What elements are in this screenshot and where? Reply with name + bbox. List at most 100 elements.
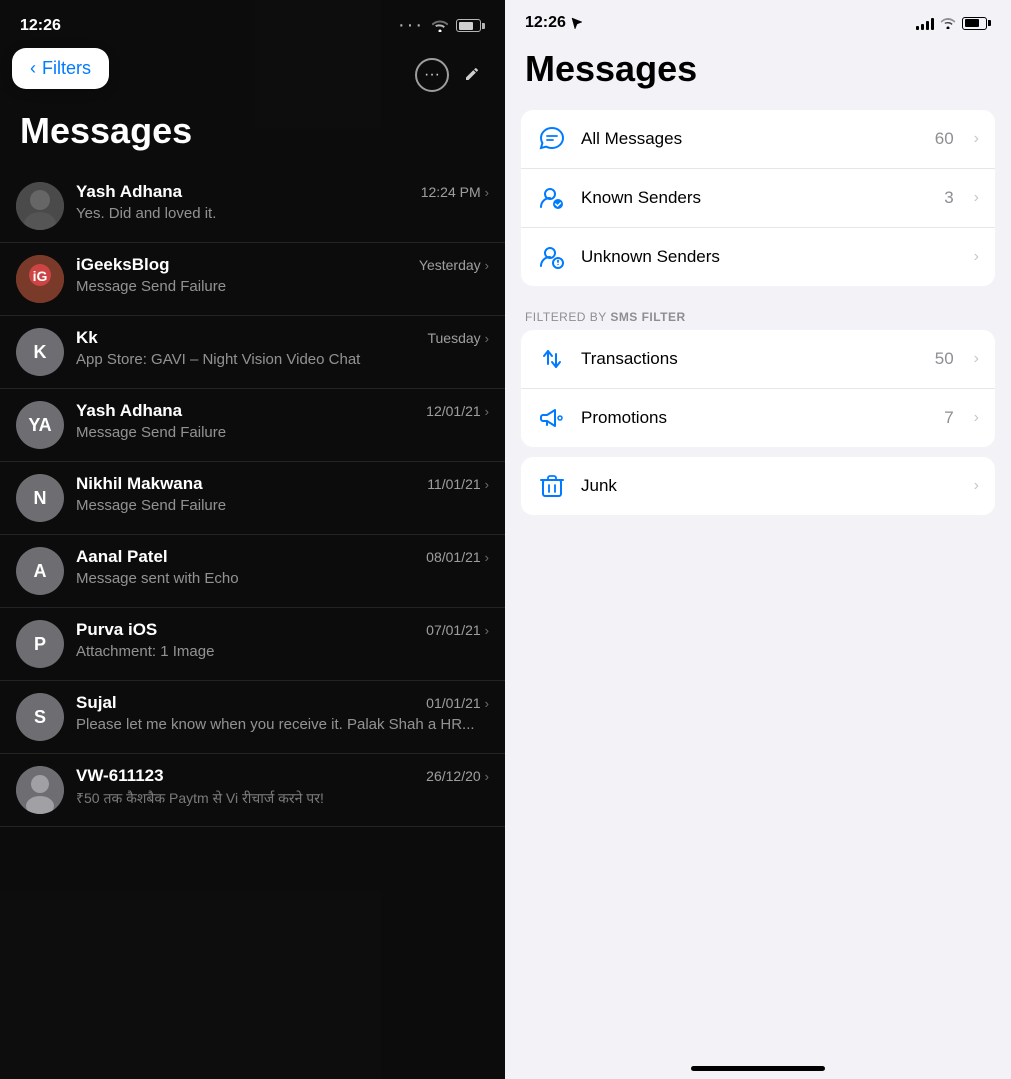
left-top-right-icons: ··· [415,58,485,92]
list-item[interactable]: A Aanal Patel 08/01/21 › Message sent wi… [0,535,505,608]
left-panel: 12:26 ··· ‹ Filters ··· [0,0,505,1079]
message-content: VW-611123 26/12/20 › ₹50 तक कैशबैक Paytm… [76,766,489,808]
message-content: Nikhil Makwana 11/01/21 › Message Send F… [76,474,489,514]
list-item[interactable]: iG iGeeksBlog Yesterday › Message Send F… [0,243,505,316]
message-header: Kk Tuesday › [76,328,489,348]
message-time: 11/01/21 › [427,476,489,492]
sender-name: Yash Adhana [76,401,182,421]
sender-name: iGeeksBlog [76,255,170,275]
more-icon: ··· [398,14,424,37]
trash-icon [539,473,565,499]
message-header: Yash Adhana 12:24 PM › [76,182,489,202]
message-content: Yash Adhana 12/01/21 › Message Send Fail… [76,401,489,441]
message-time: 12:24 PM › [421,184,489,200]
message-header: iGeeksBlog Yesterday › [76,255,489,275]
right-status-icons [916,16,991,30]
message-preview: Message Send Failure [76,278,489,295]
left-message-list: Yash Adhana 12:24 PM › Yes. Did and love… [0,170,505,827]
chevron-right-icon: › [974,189,979,207]
person-photo-icon [16,182,64,230]
igeeks-avatar-icon: iG [16,255,64,303]
junk-card: Junk › [521,457,995,515]
avatar: P [16,620,64,668]
chevron-right-icon: › [974,477,979,495]
junk-row[interactable]: Junk › [521,457,995,515]
right-status-bar: 12:26 [505,0,1011,40]
transactions-row[interactable]: Transactions 50 › [521,330,995,389]
filters-button[interactable]: ‹ Filters [12,48,109,89]
more-options-button[interactable]: ··· [415,58,449,92]
message-content: Purva iOS 07/01/21 › Attachment: 1 Image [76,620,489,660]
avatar [16,182,64,230]
back-arrow-icon: ‹ [30,58,36,79]
sender-name: Aanal Patel [76,547,168,567]
avatar: YA [16,401,64,449]
signal-bars-icon [916,16,934,30]
unknown-senders-row[interactable]: Unknown Senders › [521,228,995,286]
list-item[interactable]: YA Yash Adhana 12/01/21 › Message Send F… [0,389,505,462]
left-time: 12:26 [20,17,61,35]
message-preview: App Store: GAVI – Night Vision Video Cha… [76,351,489,368]
filters-label: Filters [42,58,91,79]
transactions-icon [537,344,567,374]
list-item[interactable]: S Sujal 01/01/21 › Please let me know wh… [0,681,505,754]
sender-name: Sujal [76,693,117,713]
avatar: K [16,328,64,376]
known-senders-row[interactable]: Known Senders 3 › [521,169,995,228]
avatar: A [16,547,64,595]
sender-name: Purva iOS [76,620,157,640]
megaphone-icon [539,405,565,431]
default-avatar-icon [16,766,64,814]
list-item[interactable]: N Nikhil Makwana 11/01/21 › Message Send… [0,462,505,535]
wifi-icon [432,20,448,32]
message-preview: Please let me know when you receive it. … [76,716,489,733]
message-preview: Message Send Failure [76,497,489,514]
right-panel: 12:26 [505,0,1011,1079]
chevron-right-icon: › [974,409,979,427]
message-preview: Message sent with Echo [76,570,489,587]
message-content: Sujal 01/01/21 › Please let me know when… [76,693,489,733]
message-time: 26/12/20 › [426,768,489,784]
all-messages-count: 60 [935,129,954,149]
promotions-icon [537,403,567,433]
list-item[interactable]: K Kk Tuesday › App Store: GAVI – Night V… [0,316,505,389]
promotions-row[interactable]: Promotions 7 › [521,389,995,447]
battery-icon [962,17,991,30]
chevron-right-icon: › [974,130,979,148]
chat-bubble-icon [539,126,565,152]
message-content: iGeeksBlog Yesterday › Message Send Fail… [76,255,489,295]
message-header: VW-611123 26/12/20 › [76,766,489,786]
left-messages-title: Messages [20,110,192,152]
battery-icon [456,19,485,32]
compose-button[interactable] [463,61,485,89]
message-content: Yash Adhana 12:24 PM › Yes. Did and love… [76,182,489,222]
all-messages-icon [537,124,567,154]
list-item[interactable]: VW-611123 26/12/20 › ₹50 तक कैशबैक Paytm… [0,754,505,827]
junk-label: Junk [581,476,940,496]
avatar [16,766,64,814]
known-senders-icon [537,183,567,213]
section-header-prefix: FILTERED BY [525,310,610,324]
list-item[interactable]: P Purva iOS 07/01/21 › Attachment: 1 Ima… [0,608,505,681]
message-preview: Yes. Did and loved it. [76,205,489,222]
unknown-senders-icon [537,242,567,272]
message-header: Yash Adhana 12/01/21 › [76,401,489,421]
section-header-bold: SMS FILTER [610,310,685,324]
person-unknown-icon [539,244,565,270]
svg-text:iG: iG [33,268,48,284]
all-messages-row[interactable]: All Messages 60 › [521,110,995,169]
junk-icon [537,471,567,501]
message-content: Kk Tuesday › App Store: GAVI – Night Vis… [76,328,489,368]
all-messages-label: All Messages [581,129,921,149]
known-senders-label: Known Senders [581,188,930,208]
right-time-text: 12:26 [525,14,566,32]
message-preview: Message Send Failure [76,424,489,441]
message-time: 07/01/21 › [426,622,489,638]
left-status-bar: 12:26 ··· [0,0,505,45]
promotions-label: Promotions [581,408,930,428]
message-time: Tuesday › [427,330,489,346]
list-item[interactable]: Yash Adhana 12:24 PM › Yes. Did and love… [0,170,505,243]
message-header: Purva iOS 07/01/21 › [76,620,489,640]
person-check-icon [539,185,565,211]
sender-name: Kk [76,328,98,348]
